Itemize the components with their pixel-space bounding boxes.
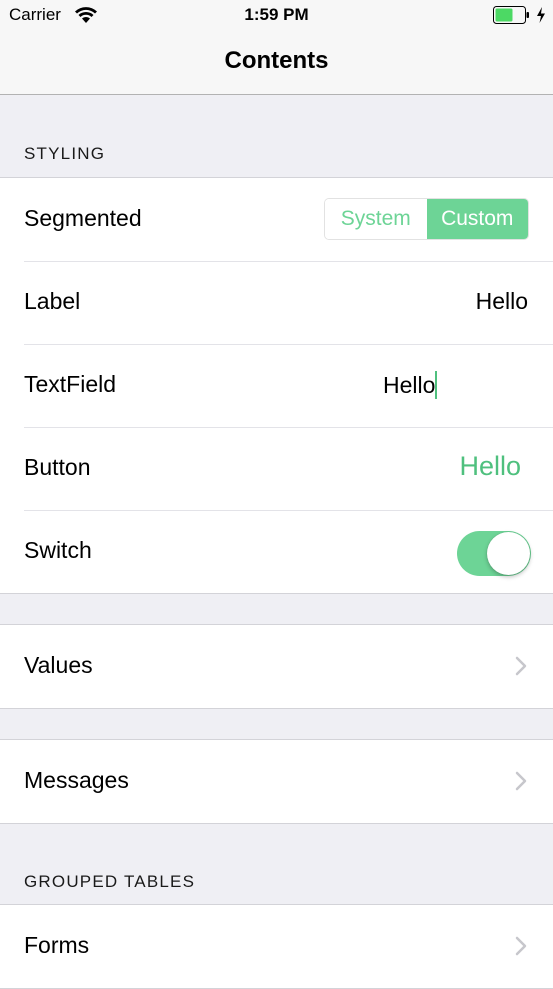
segment-custom[interactable]: Custom xyxy=(426,199,528,239)
text-field-value: Hello xyxy=(383,371,436,398)
page-title: Contents xyxy=(224,47,329,74)
label-row: Label Hello xyxy=(0,261,553,344)
chevron-right-icon xyxy=(515,771,527,796)
textfield-row-title: TextField xyxy=(24,371,117,397)
values-row[interactable]: Values xyxy=(0,625,553,708)
button-row-title: Button xyxy=(24,454,91,480)
text-cursor xyxy=(435,371,438,399)
text-field[interactable]: Hello xyxy=(383,371,438,399)
messages-label: Messages xyxy=(24,767,129,793)
segmented-label: Segmented xyxy=(24,205,142,231)
switch-row-title: Switch xyxy=(24,537,92,563)
battery-charging-icon xyxy=(493,6,530,25)
forms-row[interactable]: Forms xyxy=(0,905,553,988)
textfield-row: TextField Hello xyxy=(0,344,553,427)
values-label: Values xyxy=(24,652,93,678)
chevron-right-icon xyxy=(515,656,527,681)
label-row-title: Label xyxy=(24,288,81,314)
segment-system[interactable]: System xyxy=(325,199,427,239)
button-row: Button Hello xyxy=(0,427,553,510)
chevron-right-icon xyxy=(515,936,527,961)
clock: 1:59 PM xyxy=(244,5,309,24)
label-row-value: Hello xyxy=(475,288,528,314)
segmented-row: Segmented System Custom xyxy=(0,178,553,261)
toggle-switch[interactable] xyxy=(457,531,531,576)
segmented-control[interactable]: System Custom xyxy=(324,198,529,240)
values-group: Values xyxy=(0,624,553,709)
charging-bolt-icon xyxy=(536,7,546,28)
section-header-grouped-tables: GROUPED TABLES xyxy=(24,872,196,891)
styling-group: Segmented System Custom Label Hello Text… xyxy=(0,177,553,594)
hello-button[interactable]: Hello xyxy=(459,451,521,482)
messages-group: Messages xyxy=(0,739,553,824)
forms-label: Forms xyxy=(24,932,90,958)
status-bar: Carrier 1:59 PM xyxy=(0,0,553,30)
switch-knob xyxy=(487,532,530,575)
switch-row: Switch xyxy=(0,510,553,593)
section-header-styling: STYLING xyxy=(24,144,106,163)
grouped-tables-group: Forms xyxy=(0,904,553,989)
navigation-bar: Contents xyxy=(0,30,553,95)
messages-row[interactable]: Messages xyxy=(0,740,553,823)
